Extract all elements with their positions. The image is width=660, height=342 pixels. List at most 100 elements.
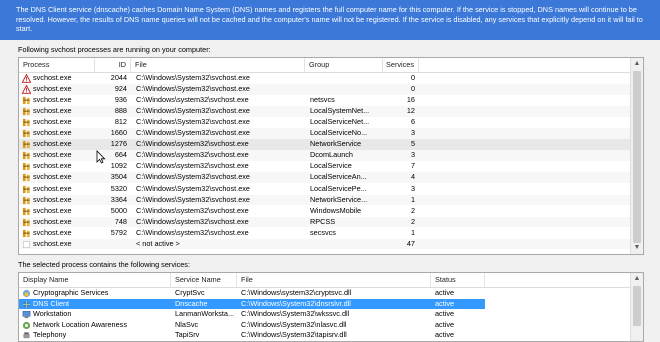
scroll-up-icon[interactable]: ▲ <box>631 58 643 70</box>
process-id <box>95 239 127 250</box>
dns-icon <box>22 300 31 308</box>
process-group: RPCSS <box>310 216 336 226</box>
process-file: C:\Windows\system32\svchost.exe <box>136 216 249 226</box>
process-row[interactable]: svchost.exe < not active > 47 <box>19 238 631 250</box>
service-list-header: Display Name Service Name File Status <box>19 273 631 288</box>
process-name: svchost.exe <box>33 172 72 182</box>
process-file: C:\Windows\System32\svchost.exe <box>136 84 250 94</box>
blank-icon <box>23 240 30 248</box>
process-service-count: 2 <box>410 216 415 226</box>
column-header-id[interactable]: ID <box>95 58 131 72</box>
service-file: C:\Windows\System32\wkssvc.dll <box>241 309 350 318</box>
service-row[interactable]: Cryptographic Services CryptSvc C:\Windows… <box>19 288 631 299</box>
service-display-name: Workstation <box>33 309 72 318</box>
service-status: active <box>435 319 455 329</box>
process-group <box>310 239 384 250</box>
service-icon <box>22 218 30 226</box>
column-header-display-name[interactable]: Display Name <box>19 273 171 287</box>
process-row[interactable]: svchost.exe 936 C:\Windows\system32\svchos… <box>19 95 631 106</box>
service-list-scrollbar[interactable]: ▲ <box>630 273 643 341</box>
process-service-count: 0 <box>410 73 415 82</box>
process-name: svchost.exe <box>33 84 72 94</box>
service-display-name: DNS Client <box>33 298 70 308</box>
process-row[interactable]: svchost.exe 888 C:\Windows\System32\svchos… <box>19 106 631 117</box>
process-group: NetworkService... <box>310 194 368 204</box>
scroll-thumb[interactable] <box>633 71 641 243</box>
process-service-count: 16 <box>406 95 415 105</box>
service-icon <box>22 174 30 182</box>
column-header-file[interactable]: File <box>131 58 305 72</box>
service-row[interactable]: Network Location Awareness NlaSvc C:\Windo… <box>19 320 631 331</box>
process-name: svchost.exe <box>33 227 72 237</box>
process-name: svchost.exe <box>33 139 72 149</box>
process-service-count: 2 <box>410 205 415 215</box>
process-name: svchost.exe <box>33 183 72 193</box>
process-name: svchost.exe <box>33 117 72 127</box>
process-row[interactable]: svchost.exe 748 C:\Windows\system32\svchos… <box>19 216 631 228</box>
column-header-services[interactable]: Services <box>383 58 419 72</box>
process-row[interactable]: svchost.exe 812 C:\Windows\System32\svchos… <box>19 117 631 128</box>
process-row[interactable]: svchost.exe 3504 C:\Windows\System32\svcho… <box>19 172 631 183</box>
service-list[interactable]: Display Name Service Name File Status Cr… <box>18 272 644 342</box>
scroll-up-icon[interactable]: ▲ <box>631 273 643 285</box>
network-icon <box>22 321 31 329</box>
process-row[interactable]: svchost.exe 1276 C:\Windows\system32\svcho… <box>19 139 631 150</box>
process-service-count: 0 <box>410 84 415 94</box>
process-row[interactable]: svchost.exe 1092 C:\Windows\system32\svcho… <box>19 161 631 172</box>
process-file: C:\Windows\system32\svchost.exe <box>136 205 249 215</box>
process-service-count: 4 <box>410 172 415 182</box>
process-group: LocalServiceNet... <box>310 117 370 127</box>
process-group: LocalServicePe... <box>310 183 367 193</box>
warning-icon <box>22 74 31 83</box>
process-group: LocalSystemNet... <box>310 106 370 116</box>
service-row[interactable]: Telephony TapiSrv C:\Windows\System32\tapi… <box>19 330 631 341</box>
process-service-count: 3 <box>410 150 415 160</box>
process-list-body: svchost.exe 2044 C:\Windows\System32\svcho… <box>19 73 631 254</box>
service-row[interactable]: DNS Client Dnscache C:\Windows\System32\dn… <box>19 298 631 309</box>
process-row[interactable]: svchost.exe 664 C:\Windows\system32\svchos… <box>19 150 631 161</box>
process-row[interactable]: svchost.exe 1660 C:\Windows\System32\svcho… <box>19 128 631 139</box>
service-file: C:\Windows\System32\nlasvc.dll <box>241 319 347 329</box>
process-group: DcomLaunch <box>310 150 353 160</box>
process-service-count: 6 <box>410 117 415 127</box>
process-group: NetworkService <box>310 139 362 149</box>
service-file: C:\Windows\System32\tapisrv.dll <box>241 330 347 339</box>
service-row[interactable]: Workstation LanmanWorksta... C:\Windows\Sy… <box>19 309 631 320</box>
process-name: svchost.exe <box>33 95 72 105</box>
service-icon <box>22 163 30 171</box>
column-header-file[interactable]: File <box>237 273 431 287</box>
service-display-name: Network Location Awareness <box>33 319 127 329</box>
crypto-icon <box>22 289 31 298</box>
process-row[interactable]: svchost.exe 5320 C:\Windows\System32\svcho… <box>19 184 631 195</box>
process-file: < not active > <box>136 238 180 248</box>
process-list-header: Process ID File Group Services <box>19 58 631 73</box>
process-name: svchost.exe <box>33 216 72 226</box>
process-row[interactable]: svchost.exe 924 C:\Windows\System32\svchos… <box>19 84 631 95</box>
process-id: 5792 <box>110 227 127 237</box>
column-header-process[interactable]: Process <box>19 58 95 72</box>
process-service-count: 5 <box>410 139 415 149</box>
process-row[interactable]: svchost.exe 3364 C:\Windows\System32\svcho… <box>19 194 631 206</box>
service-file: C:\Windows\System32\dnsrslvr.dll <box>241 298 351 308</box>
process-group <box>310 73 384 84</box>
column-header-status[interactable]: Status <box>431 273 485 287</box>
process-name: svchost.exe <box>33 128 72 138</box>
process-id: 812 <box>114 117 127 127</box>
process-id: 748 <box>114 216 127 226</box>
column-header-group[interactable]: Group <box>305 58 383 72</box>
service-status: active <box>435 309 455 318</box>
process-file: C:\Windows\system32\svchost.exe <box>136 139 249 149</box>
scroll-thumb[interactable] <box>633 286 641 326</box>
process-id: 3504 <box>110 172 127 182</box>
process-row[interactable]: svchost.exe 2044 C:\Windows\System32\svcho… <box>19 73 631 84</box>
process-service-count: 1 <box>410 194 415 204</box>
process-list[interactable]: Process ID File Group Services svchost.e… <box>18 57 644 255</box>
process-row[interactable]: svchost.exe 5792 C:\Windows\system32\svcho… <box>19 228 631 239</box>
process-file: C:\Windows\system32\svchost.exe <box>136 95 249 105</box>
scroll-down-icon[interactable]: ▼ <box>631 242 643 254</box>
service-description-banner: The DNS Client service (dnscache) caches… <box>0 0 660 40</box>
service-status: active <box>435 330 455 339</box>
column-header-service-name[interactable]: Service Name <box>171 273 237 287</box>
process-row[interactable]: svchost.exe 5000 C:\Windows\system32\svcho… <box>19 206 631 217</box>
process-list-scrollbar[interactable]: ▲ ▼ <box>630 58 643 254</box>
